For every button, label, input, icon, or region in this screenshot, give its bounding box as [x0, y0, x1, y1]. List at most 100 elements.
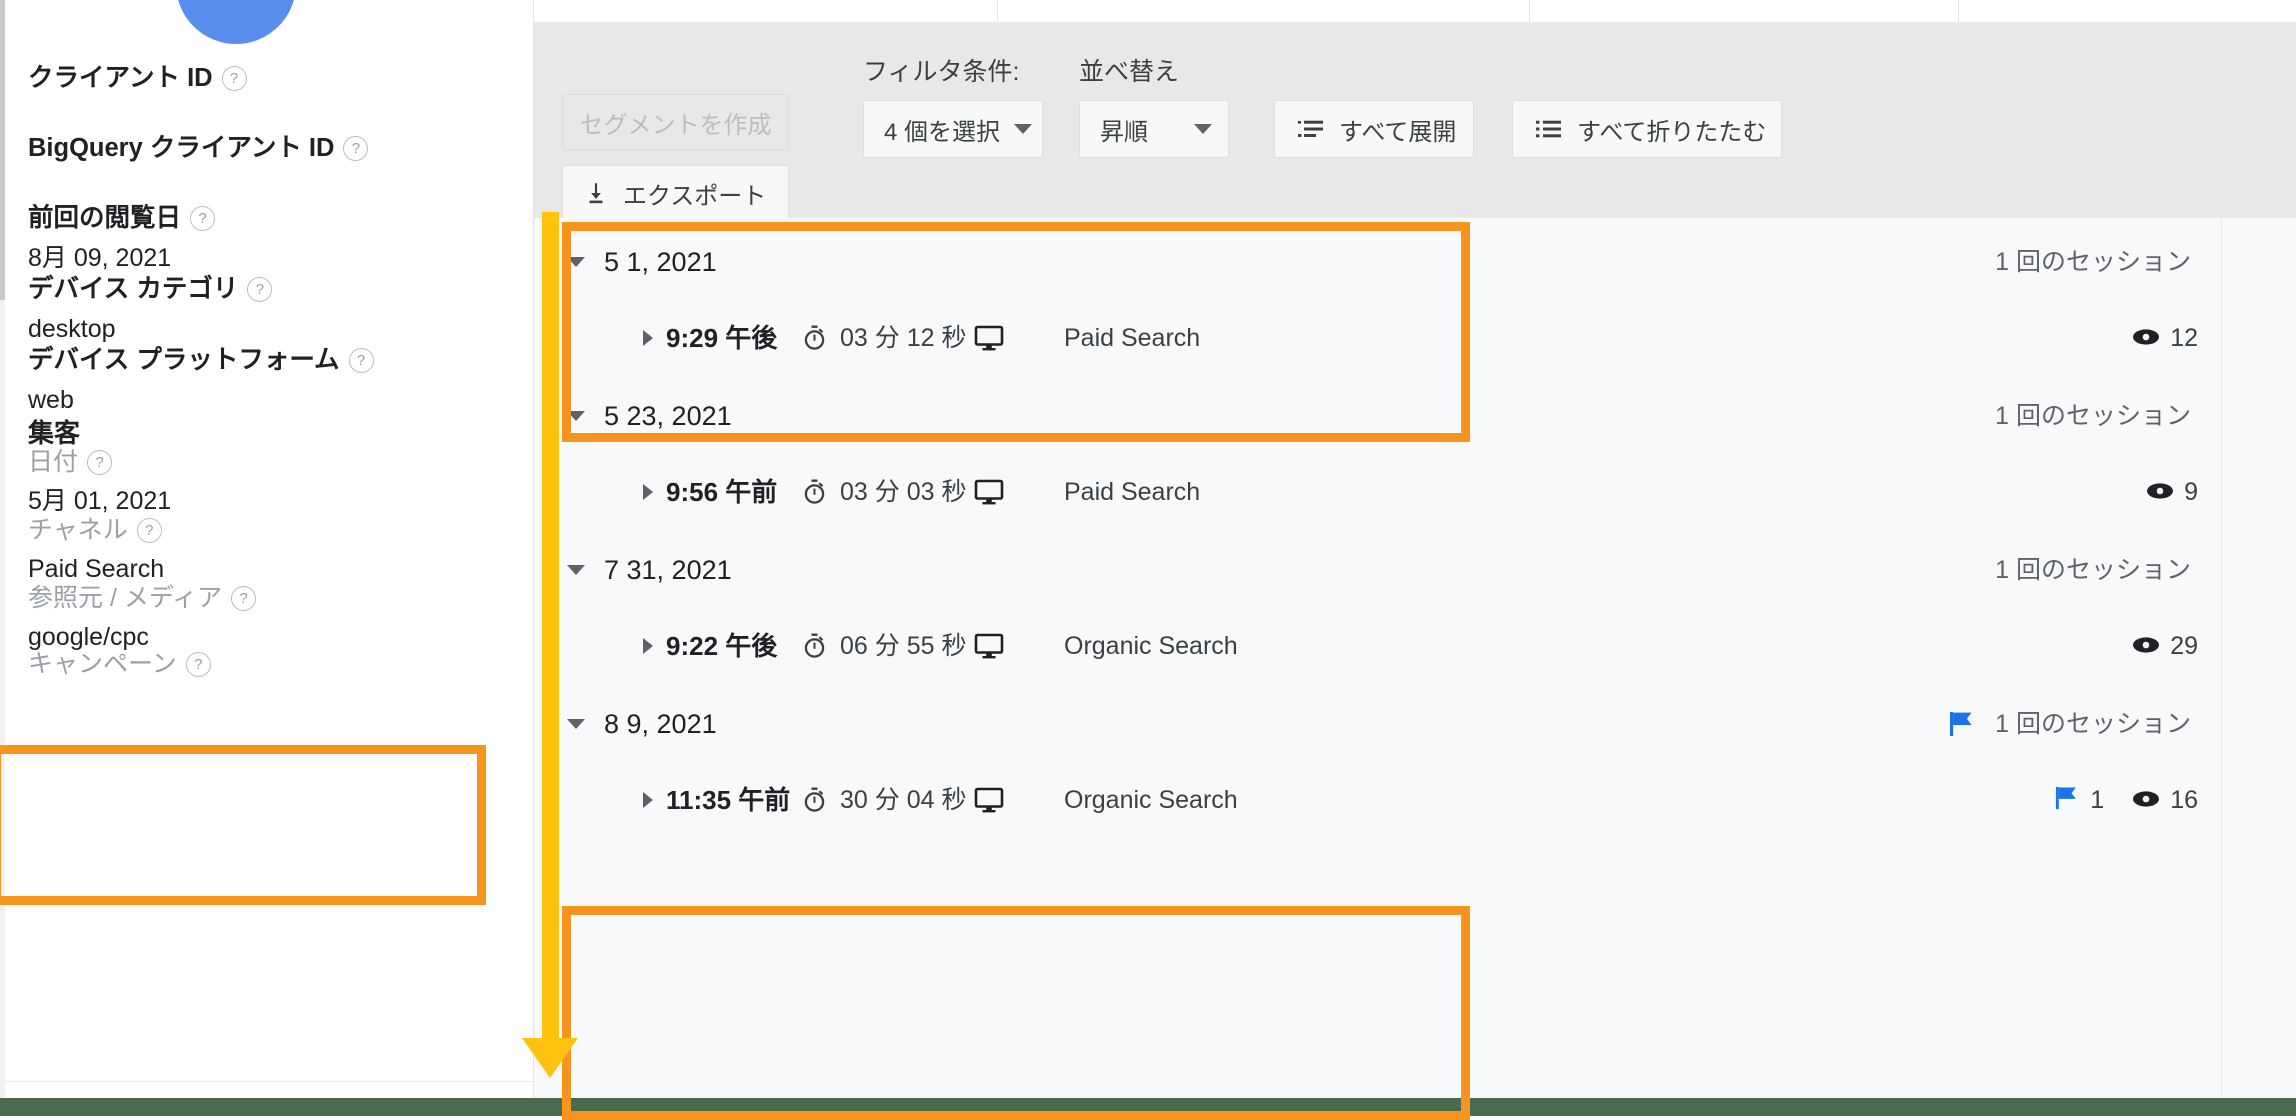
- flag-count: 1: [2090, 785, 2105, 814]
- pageview-metric: 12: [2132, 325, 2198, 351]
- eye-icon: [2146, 480, 2174, 505]
- sidebar-divider: [5, 1081, 533, 1082]
- date-group-session-count: 1 回のセッション: [1995, 555, 2191, 584]
- session-row[interactable]: 11:35 午前 30 分 04 秒 Organic Search 1 16: [534, 762, 2296, 838]
- desktop-monitor-icon: [974, 324, 1004, 352]
- date-group-label: 7 31, 2021: [604, 554, 732, 585]
- download-icon: [583, 180, 609, 206]
- help-icon[interactable]: ?: [231, 586, 257, 611]
- desktop-monitor-icon: [974, 478, 1004, 506]
- help-icon[interactable]: ?: [87, 450, 113, 475]
- chevron-right-icon[interactable]: [643, 792, 653, 808]
- pageview-metric: 29: [2132, 633, 2198, 659]
- session-time: 9:56 午前: [666, 477, 778, 507]
- expand-all-button-label: すべて展開: [1339, 118, 1457, 146]
- field-device-category-label-text: デバイス カテゴリ: [28, 275, 239, 303]
- collapse-all-button[interactable]: すべて折りたたむ: [1512, 100, 1782, 158]
- field-last-seen-label-text: 前回の閲覧日: [28, 204, 182, 232]
- field-client-id: クライアント ID ?: [28, 64, 247, 92]
- field-last-seen-value: 8月 09, 2021: [28, 243, 172, 272]
- session-toolbar: フィルタ条件: 並べ替え セグメントを作成 エクスポート 4 個を選択 昇順 す…: [534, 22, 2296, 221]
- session-row[interactable]: 9:29 午後 03 分 12 秒 Paid Search 12: [534, 300, 2296, 376]
- session-channel: Paid Search: [1064, 477, 1201, 506]
- field-source-medium-value: google/cpc: [28, 623, 149, 651]
- field-channel-label-text: チャネル: [28, 516, 128, 544]
- desktop-monitor-icon: [974, 632, 1004, 660]
- column-divider: [1958, 0, 1959, 22]
- sort-select[interactable]: 昇順: [1079, 100, 1229, 158]
- session-duration: 03 分 12 秒: [840, 323, 967, 352]
- pageview-metric: 16: [2132, 785, 2198, 814]
- field-campaign-label: キャンペーン ?: [28, 652, 211, 677]
- chevron-down-icon[interactable]: [567, 411, 585, 421]
- date-group: 7 31, 2021 1 回のセッション 9:22 午後 06 分 55 秒 O…: [534, 532, 2296, 686]
- field-bigquery-client-id: BigQuery クライアント ID ?: [28, 135, 369, 162]
- date-group: 5 23, 2021 1 回のセッション 9:56 午前 03 分 03 秒 P…: [534, 378, 2296, 532]
- sort-label: 並べ替え: [1079, 58, 1180, 86]
- date-group-header[interactable]: 5 23, 2021 1 回のセッション: [534, 378, 2296, 454]
- collapse-list-icon: [1535, 117, 1563, 141]
- field-date-value: 5月 01, 2021: [28, 487, 172, 515]
- chevron-right-icon[interactable]: [643, 484, 653, 500]
- field-channel-label: チャネル ?: [28, 518, 164, 543]
- field-date: 日付 ? 5月 01, 2021: [28, 450, 171, 514]
- session-metrics: 12: [2132, 325, 2198, 351]
- create-segment-button[interactable]: セグメントを作成: [562, 94, 789, 150]
- sidebar-scrollbar-track[interactable]: [0, 0, 5, 1098]
- date-group-header[interactable]: 7 31, 2021 1 回のセッション: [534, 532, 2296, 608]
- field-device-platform: デバイス プラットフォーム ? web: [28, 347, 374, 413]
- chevron-down-icon: [1194, 124, 1212, 134]
- date-group-header[interactable]: 5 1, 2021 1 回のセッション: [534, 224, 2296, 300]
- chevron-down-icon[interactable]: [567, 565, 585, 575]
- bottom-status-bar: [0, 1098, 2296, 1116]
- session-row[interactable]: 9:56 午前 03 分 03 秒 Paid Search 9: [534, 454, 2296, 530]
- date-group-label: 8 9, 2021: [604, 708, 717, 739]
- chevron-down-icon[interactable]: [567, 719, 585, 729]
- chevron-right-icon[interactable]: [643, 330, 653, 346]
- column-divider: [1529, 0, 1530, 22]
- eye-icon: [2132, 634, 2160, 659]
- help-icon[interactable]: ?: [136, 518, 162, 543]
- field-last-seen: 前回の閲覧日 ? 8月 09, 2021: [28, 204, 216, 272]
- help-icon[interactable]: ?: [343, 136, 369, 162]
- eye-icon: [2132, 788, 2160, 813]
- session-metrics: 1 16: [2054, 786, 2198, 815]
- field-date-label: 日付 ?: [28, 450, 171, 475]
- table-header-dividers: [534, 0, 2296, 22]
- export-button[interactable]: エクスポート: [562, 165, 789, 221]
- chevron-down-icon: [1014, 124, 1033, 134]
- help-icon[interactable]: ?: [247, 277, 273, 303]
- date-group-session-count: 1 回のセッション: [1995, 401, 2191, 430]
- session-row[interactable]: 9:22 午後 06 分 55 秒 Organic Search 29: [534, 608, 2296, 684]
- field-channel-value: Paid Search: [28, 555, 165, 583]
- field-client-id-label-text: クライアント ID: [28, 64, 213, 92]
- sidebar-scrollbar-thumb[interactable]: [0, 0, 5, 300]
- filter-label: フィルタ条件:: [863, 58, 1020, 86]
- stopwatch-icon: [802, 787, 827, 813]
- help-icon[interactable]: ?: [348, 348, 374, 374]
- chevron-down-icon[interactable]: [567, 257, 585, 267]
- date-group-header[interactable]: 8 9, 2021 1 回のセッション: [534, 686, 2296, 762]
- pageview-count: 9: [2184, 477, 2198, 506]
- help-icon[interactable]: ?: [185, 652, 211, 677]
- field-device-category-value: desktop: [28, 314, 116, 343]
- filter-select[interactable]: 4 個を選択: [863, 100, 1043, 158]
- field-channel: チャネル ? Paid Search: [28, 518, 164, 582]
- stopwatch-icon: [802, 633, 827, 659]
- date-group-session-count: 1 回のセッション: [1995, 247, 2191, 276]
- session-time: 9:29 午後: [666, 323, 778, 353]
- stopwatch-icon: [802, 479, 827, 505]
- pageview-count: 16: [2170, 785, 2198, 814]
- expand-all-button[interactable]: すべて展開: [1274, 100, 1474, 158]
- session-duration: 30 分 04 秒: [840, 785, 967, 814]
- help-icon[interactable]: ?: [190, 206, 216, 232]
- session-channel: Organic Search: [1064, 785, 1238, 814]
- field-device-category: デバイス カテゴリ ? desktop: [28, 275, 273, 343]
- column-divider: [997, 0, 998, 22]
- date-group-label: 5 1, 2021: [604, 246, 717, 277]
- avatar: [176, 0, 296, 44]
- flag-icon: [1948, 711, 1976, 737]
- help-icon[interactable]: ?: [221, 66, 247, 92]
- chevron-right-icon[interactable]: [643, 638, 653, 654]
- field-device-category-label: デバイス カテゴリ ?: [28, 275, 273, 303]
